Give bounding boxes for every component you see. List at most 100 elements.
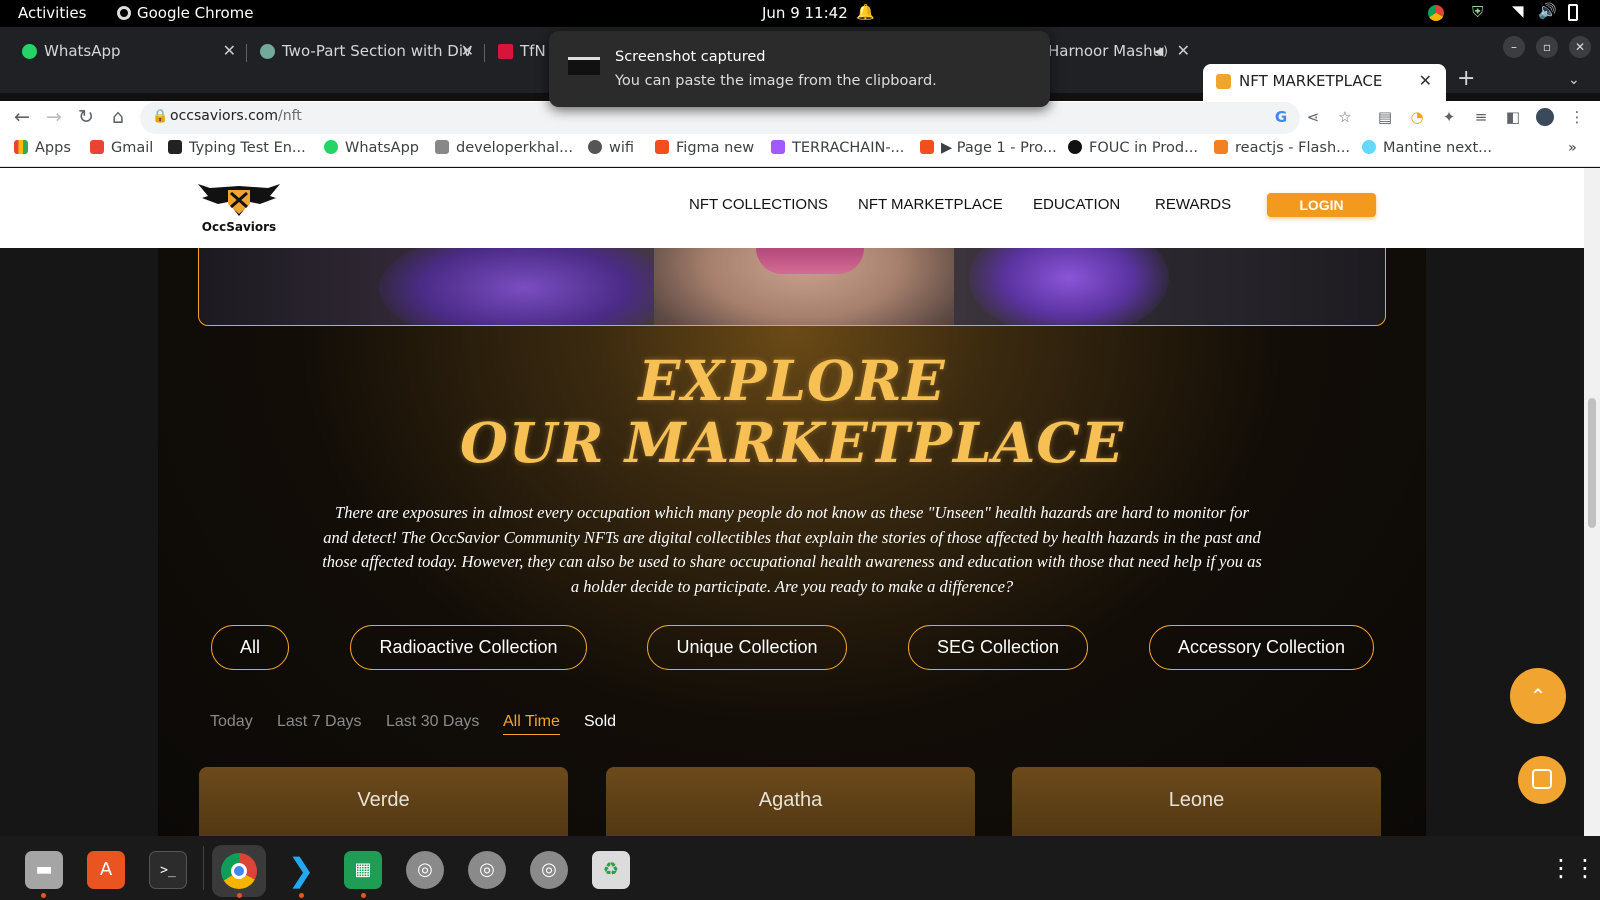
time-filter-7-days[interactable]: Last 7 Days [277,713,361,731]
figma-icon [771,140,785,154]
scroll-to-top-button[interactable]: ⌃ [1510,668,1566,724]
back-icon[interactable]: ← [12,107,32,127]
bookmark-gmail[interactable]: Gmail [90,140,153,156]
close-icon[interactable]: ✕ [461,37,474,65]
minimize-button[interactable]: – [1503,36,1525,58]
tab-nft-marketplace[interactable]: NFT MARKETPLACE ✕ [1203,64,1446,101]
tab-search-chevron-icon[interactable]: ⌄ [1568,64,1588,102]
nav-nft-collections[interactable]: NFT COLLECTIONS [689,196,828,213]
software-store-icon[interactable]: A [87,851,125,889]
bookmark-whatsapp[interactable]: WhatsApp [324,140,419,156]
google-icon[interactable]: G [1272,108,1290,126]
extensions-puzzle-icon[interactable]: ✦ [1440,108,1458,126]
disc-icon[interactable]: ◎ [406,851,444,889]
nft-card[interactable]: Leone [1012,767,1381,836]
screenshot-notification[interactable]: Screenshot captured You can paste the im… [549,31,1050,107]
wifi-icon[interactable]: ◥ [1512,2,1524,20]
bookmark-reactjs[interactable]: reactjs - Flash... [1214,140,1350,156]
collection-filter-seg[interactable]: SEG Collection [908,625,1088,670]
nft-card-name: Agatha [758,789,823,811]
trash-icon[interactable]: ♻ [592,851,630,889]
nft-card[interactable]: Agatha [606,767,975,836]
app-menu[interactable]: Google Chrome [117,4,254,22]
nft-card[interactable]: Verde [199,767,568,836]
speaker-icon[interactable]: ◀) [1154,37,1168,65]
time-filter-today[interactable]: Today [210,713,253,731]
shield-icon[interactable]: ⛨ [1472,3,1483,21]
show-apps-grid-icon[interactable]: ⋮⋮⋮ [1549,855,1600,881]
login-button[interactable]: LOGIN [1267,193,1376,217]
tab-harnoor-mashup[interactable]: Harnoor Mashu ◀) ✕ [1048,37,1196,75]
bookmarks-overflow[interactable]: » [1568,140,1577,156]
tab-title: Two-Part Section with Div [282,42,472,60]
reload-icon[interactable]: ↻ [76,107,96,127]
spreadsheet-icon[interactable]: ▦ [344,851,382,889]
side-panel-icon[interactable]: ◧ [1504,108,1522,126]
chat-widget-button[interactable] [1518,756,1566,804]
disc-icon[interactable]: ◎ [530,851,568,889]
site-logo[interactable]: OccSaviors [198,182,280,236]
forward-icon[interactable]: → [44,107,64,127]
bookmark-label: Gmail [111,140,154,156]
profile-avatar[interactable] [1536,108,1554,126]
screenshot-thumbnail [568,57,600,75]
time-filter-all-time[interactable]: All Time [503,713,560,735]
bookmark-page-1[interactable]: ▶ Page 1 - Pro... [920,140,1057,156]
close-icon[interactable]: ✕ [223,37,236,65]
bookmark-wifi[interactable]: wifi [588,140,634,156]
url-domain: occsaviors.com [170,108,278,124]
volume-icon[interactable]: 🔊 [1538,2,1557,20]
extension-card-icon[interactable]: ▤ [1376,108,1394,126]
bookmark-typing-test[interactable]: Typing Test En... [168,140,306,156]
nft-card-name: Verde [357,789,410,811]
tab-title: Harnoor Mashu [1048,42,1163,60]
nav-education[interactable]: EDUCATION [1033,196,1120,213]
collection-filter-unique[interactable]: Unique Collection [647,625,847,670]
maximize-button[interactable]: ▫ [1536,36,1558,58]
bookmark-label: developerkhal... [456,140,573,156]
vscode-icon[interactable]: ❯ [282,851,320,889]
scrollbar-thumb[interactable] [1588,398,1596,528]
activities-button[interactable]: Activities [18,4,86,22]
bookmark-developerkhal[interactable]: developerkhal... [435,140,573,156]
bookmark-apps[interactable]: Apps [14,140,71,156]
bookmark-star-icon[interactable]: ☆ [1336,108,1354,126]
nav-rewards[interactable]: REWARDS [1155,196,1231,213]
close-icon[interactable]: ✕ [1177,37,1190,65]
share-icon[interactable]: ⋖ [1304,108,1322,126]
close-window-button[interactable]: ✕ [1569,36,1591,58]
bookmark-mantine[interactable]: Mantine next... [1362,140,1492,156]
lock-icon[interactable]: 🔒 [152,109,168,124]
web-page: OccSaviors NFT COLLECTIONS NFT MARKETPLA… [0,168,1584,836]
bookmark-fouc[interactable]: FOUC in Prod... [1068,140,1198,156]
chrome-dock-item[interactable] [212,845,266,897]
notification-message: You can paste the image from the clipboa… [615,73,937,89]
close-icon[interactable]: ✕ [1419,64,1432,98]
time-filter-sold[interactable]: Sold [584,713,616,731]
nav-nft-marketplace[interactable]: NFT MARKETPLACE [858,196,1003,213]
files-icon[interactable]: ▬ [25,851,63,889]
collection-filter-radioactive[interactable]: Radioactive Collection [350,625,587,670]
disc-icon[interactable]: ◎ [468,851,506,889]
time-filter-30-days[interactable]: Last 30 Days [386,713,479,731]
bookmark-label: ▶ Page 1 - Pro... [941,140,1057,156]
url-text[interactable]: occsaviors.com/nft [170,108,302,124]
more-menu-icon[interactable]: ⋮ [1568,108,1586,126]
reading-list-icon[interactable]: ≡ [1472,108,1490,126]
terminal-icon[interactable]: >_ [149,851,187,889]
tab-whatsapp[interactable]: WhatsApp ✕ [22,37,242,75]
extension-g-icon[interactable]: ◔ [1408,108,1426,126]
home-icon[interactable]: ⌂ [108,107,128,127]
bookmark-figma-new[interactable]: Figma new [655,140,754,156]
battery-icon[interactable] [1568,4,1578,21]
chrome-status-icon[interactable] [1428,5,1444,21]
page-scrollbar[interactable] [1584,168,1600,836]
collection-filter-accessory[interactable]: Accessory Collection [1149,625,1374,670]
collection-filter-all[interactable]: All [211,625,289,670]
new-tab-button[interactable]: + [1457,64,1487,102]
bookmark-label: wifi [609,140,635,156]
clock[interactable]: Jun 9 11:42 [762,4,848,22]
tab-two-part-section[interactable]: Two-Part Section with Div ✕ [260,37,480,75]
bookmark-terrachain[interactable]: TERRACHAIN-... [771,140,904,156]
globe-icon [588,140,602,154]
